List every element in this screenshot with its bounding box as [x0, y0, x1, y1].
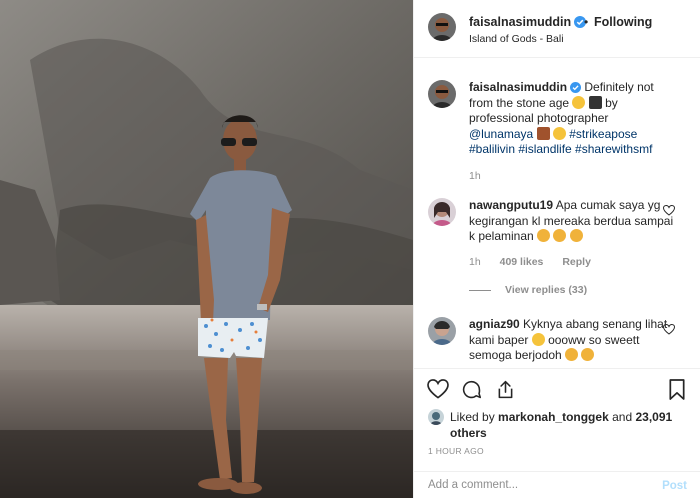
post-comment-button[interactable]: Post: [662, 480, 687, 492]
hashtag-link[interactable]: #strikeapose: [569, 127, 637, 141]
comment-input[interactable]: [428, 479, 648, 491]
comment-1-text: nawangputu19 Apa cumak saya yg kegiranga…: [469, 198, 674, 245]
heart-eyes-emoji-icon: [553, 229, 567, 242]
post-details-panel: faisalnasimuddin • Following Island of G…: [413, 0, 700, 498]
comment-2-text: agniaz90 Kyknya abang senang lihat kami …: [469, 317, 674, 364]
caption-username[interactable]: faisalnasimuddin: [469, 80, 567, 94]
heart-eyes-emoji-icon: [581, 348, 595, 361]
heart-eyes-emoji-icon: [569, 229, 583, 242]
comment-like-heart-icon[interactable]: [663, 324, 675, 335]
verified-badge-icon: [570, 82, 582, 93]
liked-by-suffix: and: [612, 410, 633, 424]
couple-emoji-icon: [536, 126, 550, 140]
commenter-avatar[interactable]: [428, 317, 456, 345]
liked-by-avatar[interactable]: [428, 409, 444, 425]
author-avatar[interactable]: [428, 13, 456, 41]
comment-1-time[interactable]: 1h: [469, 256, 481, 268]
hashtags-link[interactable]: #balilivin #islandlife #sharewithsmf: [469, 142, 652, 156]
reply-button[interactable]: Reply: [562, 256, 591, 268]
post-actions: Liked by markonah_tonggek and 23,091 oth…: [414, 368, 700, 488]
separator-dot: •: [584, 15, 589, 29]
smile-emoji-icon: [572, 95, 586, 109]
comment-1-meta: 1h 409 likes Reply: [469, 256, 607, 268]
post-timestamp[interactable]: 1 HOUR AGO: [428, 446, 484, 456]
grin-emoji-icon: [552, 126, 566, 140]
comment-1-username[interactable]: nawangputu19: [469, 198, 553, 212]
comment-1-likes[interactable]: 409 likes: [500, 256, 544, 268]
beach-photo-image: [0, 0, 413, 498]
heart-icon[interactable]: [427, 379, 449, 399]
share-icon[interactable]: [495, 379, 516, 400]
comment-icon[interactable]: [461, 379, 482, 400]
comments-section: faisalnasimuddin Definitely not from the…: [414, 59, 700, 368]
author-username[interactable]: faisalnasimuddin: [469, 15, 587, 29]
add-comment-bar: Post: [414, 471, 700, 498]
following-button[interactable]: Following: [594, 15, 652, 29]
view-replies-button[interactable]: View replies (33): [469, 284, 587, 296]
location-link[interactable]: Island of Gods - Bali: [469, 33, 564, 45]
caption-avatar[interactable]: [428, 80, 456, 108]
replies-divider: [469, 289, 491, 291]
heart-eyes-emoji-icon: [537, 229, 551, 242]
heart-eyes-emoji-icon: [565, 348, 579, 361]
caption-text: faisalnasimuddin Definitely not from the…: [469, 80, 674, 158]
camera-emoji-icon: [588, 95, 602, 109]
view-replies-label[interactable]: View replies (33): [505, 284, 587, 296]
liked-by-prefix: Liked by: [450, 410, 495, 424]
post-header: faisalnasimuddin • Following Island of G…: [414, 0, 700, 58]
commenter-avatar[interactable]: [428, 198, 456, 226]
caption-meta: 1h: [469, 170, 497, 182]
liked-by-user[interactable]: markonah_tonggek: [498, 410, 609, 424]
post-photo[interactable]: [0, 0, 413, 498]
mention-link[interactable]: @lunamaya: [469, 127, 533, 141]
caption-time[interactable]: 1h: [469, 170, 481, 182]
comment-like-heart-icon[interactable]: [663, 205, 675, 216]
comment-2-username[interactable]: agniaz90: [469, 317, 520, 331]
laughing-emoji-icon: [531, 332, 545, 346]
liked-by-text: Liked by markonah_tonggek and 23,091 oth…: [450, 409, 680, 441]
author-username-text[interactable]: faisalnasimuddin: [469, 15, 571, 29]
bookmark-icon[interactable]: [668, 379, 686, 400]
